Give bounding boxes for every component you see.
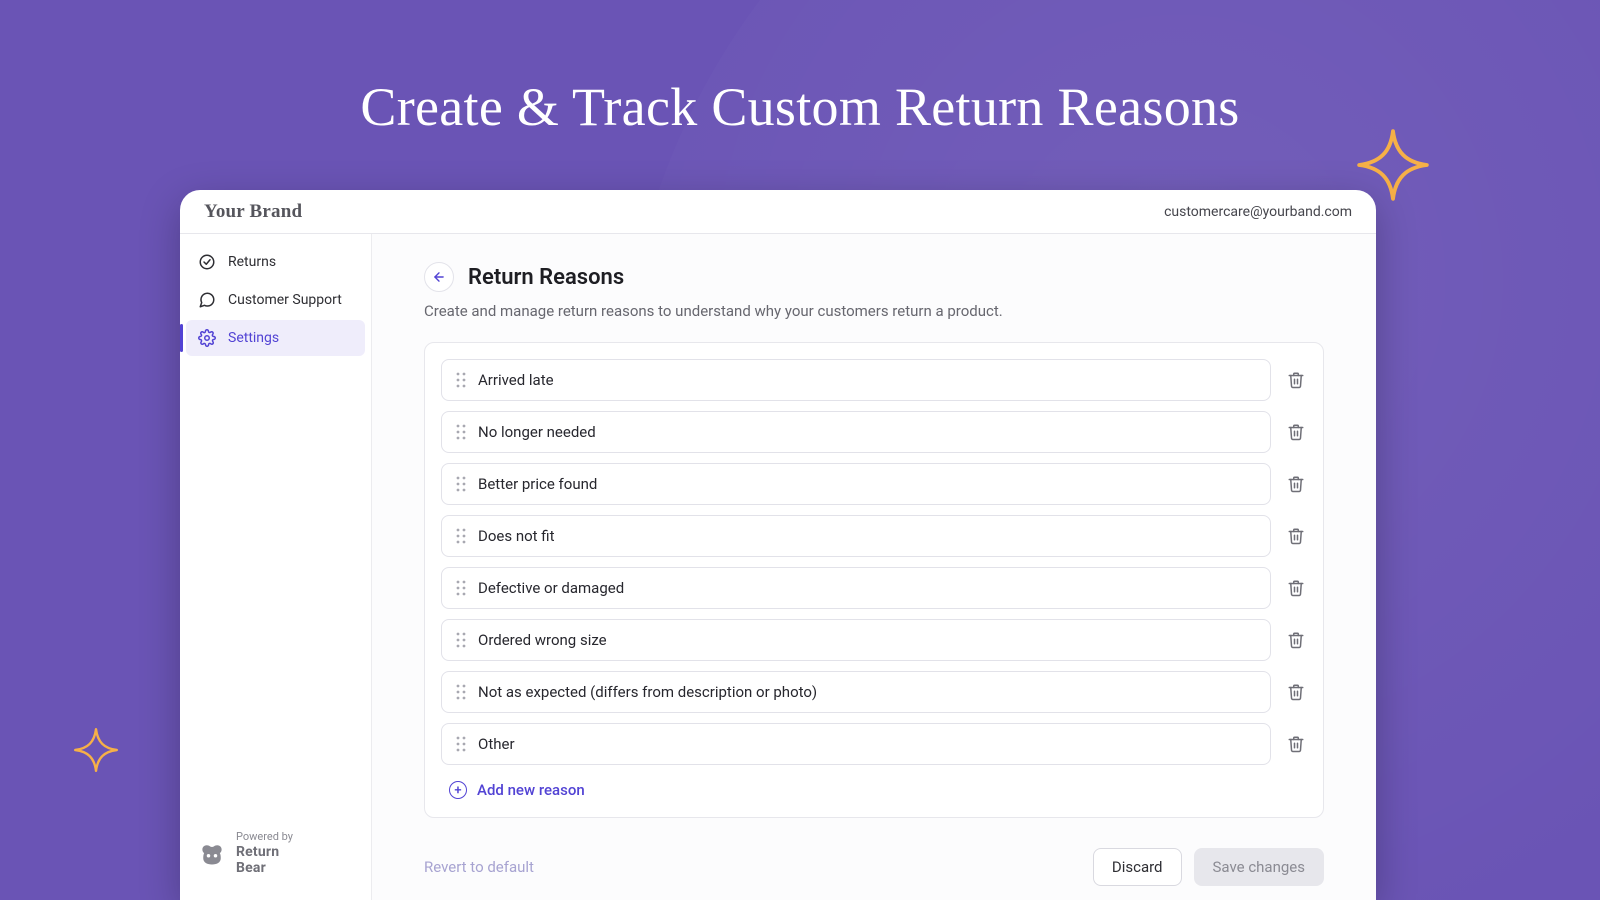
chat-icon xyxy=(198,291,216,309)
reason-text: Ordered wrong size xyxy=(478,631,607,649)
reason-row: No longer needed xyxy=(441,411,1307,453)
delete-reason-button[interactable] xyxy=(1285,629,1307,651)
drag-handle-icon[interactable] xyxy=(456,372,466,388)
revert-default-link[interactable]: Revert to default xyxy=(424,858,534,876)
delete-reason-button[interactable] xyxy=(1285,473,1307,495)
reason-text: Better price found xyxy=(478,475,597,493)
save-changes-button[interactable]: Save changes xyxy=(1194,848,1324,886)
returnbear-logo-icon xyxy=(198,840,226,868)
reason-input[interactable]: No longer needed xyxy=(441,411,1271,453)
app-window: Your Brand customercare@yourband.com Ret… xyxy=(180,190,1376,900)
app-header: Your Brand customercare@yourband.com xyxy=(180,190,1376,234)
drag-handle-icon[interactable] xyxy=(456,632,466,648)
delete-reason-button[interactable] xyxy=(1285,421,1307,443)
reason-input[interactable]: Other xyxy=(441,723,1271,765)
reason-input[interactable]: Not as expected (differs from descriptio… xyxy=(441,671,1271,713)
powered-by-label: Powered by xyxy=(236,830,293,843)
sidebar-nav: Returns Customer Support Settings xyxy=(186,244,365,356)
sidebar-item-settings[interactable]: Settings xyxy=(186,320,365,356)
reason-input[interactable]: Ordered wrong size xyxy=(441,619,1271,661)
delete-reason-button[interactable] xyxy=(1285,369,1307,391)
back-button[interactable] xyxy=(424,262,454,292)
sidebar: Returns Customer Support Settings xyxy=(180,234,372,900)
sidebar-item-returns[interactable]: Returns xyxy=(186,244,365,280)
delete-reason-button[interactable] xyxy=(1285,681,1307,703)
reason-row: Arrived late xyxy=(441,359,1307,401)
reason-row: Ordered wrong size xyxy=(441,619,1307,661)
reason-row: Defective or damaged xyxy=(441,567,1307,609)
main-panel: Return Reasons Create and manage return … xyxy=(372,234,1376,900)
sidebar-item-customer-support[interactable]: Customer Support xyxy=(186,282,365,318)
drag-handle-icon[interactable] xyxy=(456,736,466,752)
add-reason-button[interactable]: + Add new reason xyxy=(441,775,1307,799)
drag-handle-icon[interactable] xyxy=(456,476,466,492)
account-email[interactable]: customercare@yourband.com xyxy=(1164,204,1352,220)
reason-text: Does not fit xyxy=(478,527,555,545)
actions-bar: Revert to default Discard Save changes xyxy=(424,848,1324,886)
powered-by-text: Powered by ReturnBear xyxy=(236,831,293,876)
reason-text: No longer needed xyxy=(478,423,596,441)
page-subtitle: Create and manage return reasons to unde… xyxy=(424,302,1324,320)
reason-input[interactable]: Defective or damaged xyxy=(441,567,1271,609)
reason-row: Does not fit xyxy=(441,515,1307,557)
drag-handle-icon[interactable] xyxy=(456,684,466,700)
plus-circle-icon: + xyxy=(449,781,467,799)
powered-by-name: ReturnBear xyxy=(236,844,293,876)
brand-label: Your Brand xyxy=(204,201,302,223)
sidebar-item-label: Settings xyxy=(228,330,279,346)
app-body: Returns Customer Support Settings xyxy=(180,234,1376,900)
arrow-left-icon xyxy=(432,270,446,284)
gear-icon xyxy=(198,329,216,347)
sidebar-item-label: Returns xyxy=(228,254,276,270)
powered-by: Powered by ReturnBear xyxy=(186,823,365,884)
drag-handle-icon[interactable] xyxy=(456,528,466,544)
stage: Create & Track Custom Return Reasons You… xyxy=(0,0,1600,900)
return-icon xyxy=(198,253,216,271)
reason-row: Not as expected (differs from descriptio… xyxy=(441,671,1307,713)
reason-text: Not as expected (differs from descriptio… xyxy=(478,683,817,701)
reasons-card: Arrived late No longer needed Better price… xyxy=(424,342,1324,818)
delete-reason-button[interactable] xyxy=(1285,525,1307,547)
hero-title: Create & Track Custom Return Reasons xyxy=(0,76,1600,138)
reason-text: Defective or damaged xyxy=(478,579,624,597)
page-head: Return Reasons xyxy=(424,262,1324,292)
reason-input[interactable]: Better price found xyxy=(441,463,1271,505)
drag-handle-icon[interactable] xyxy=(456,424,466,440)
reason-input[interactable]: Arrived late xyxy=(441,359,1271,401)
reason-row: Better price found xyxy=(441,463,1307,505)
reason-row: Other xyxy=(441,723,1307,765)
reason-text: Arrived late xyxy=(478,371,554,389)
discard-button[interactable]: Discard xyxy=(1093,848,1182,886)
sparkle-icon xyxy=(72,726,120,774)
drag-handle-icon[interactable] xyxy=(456,580,466,596)
delete-reason-button[interactable] xyxy=(1285,733,1307,755)
add-reason-label: Add new reason xyxy=(477,781,585,799)
sidebar-item-label: Customer Support xyxy=(228,292,342,308)
delete-reason-button[interactable] xyxy=(1285,577,1307,599)
reason-text: Other xyxy=(478,735,515,753)
page-title: Return Reasons xyxy=(468,265,624,290)
reason-input[interactable]: Does not fit xyxy=(441,515,1271,557)
